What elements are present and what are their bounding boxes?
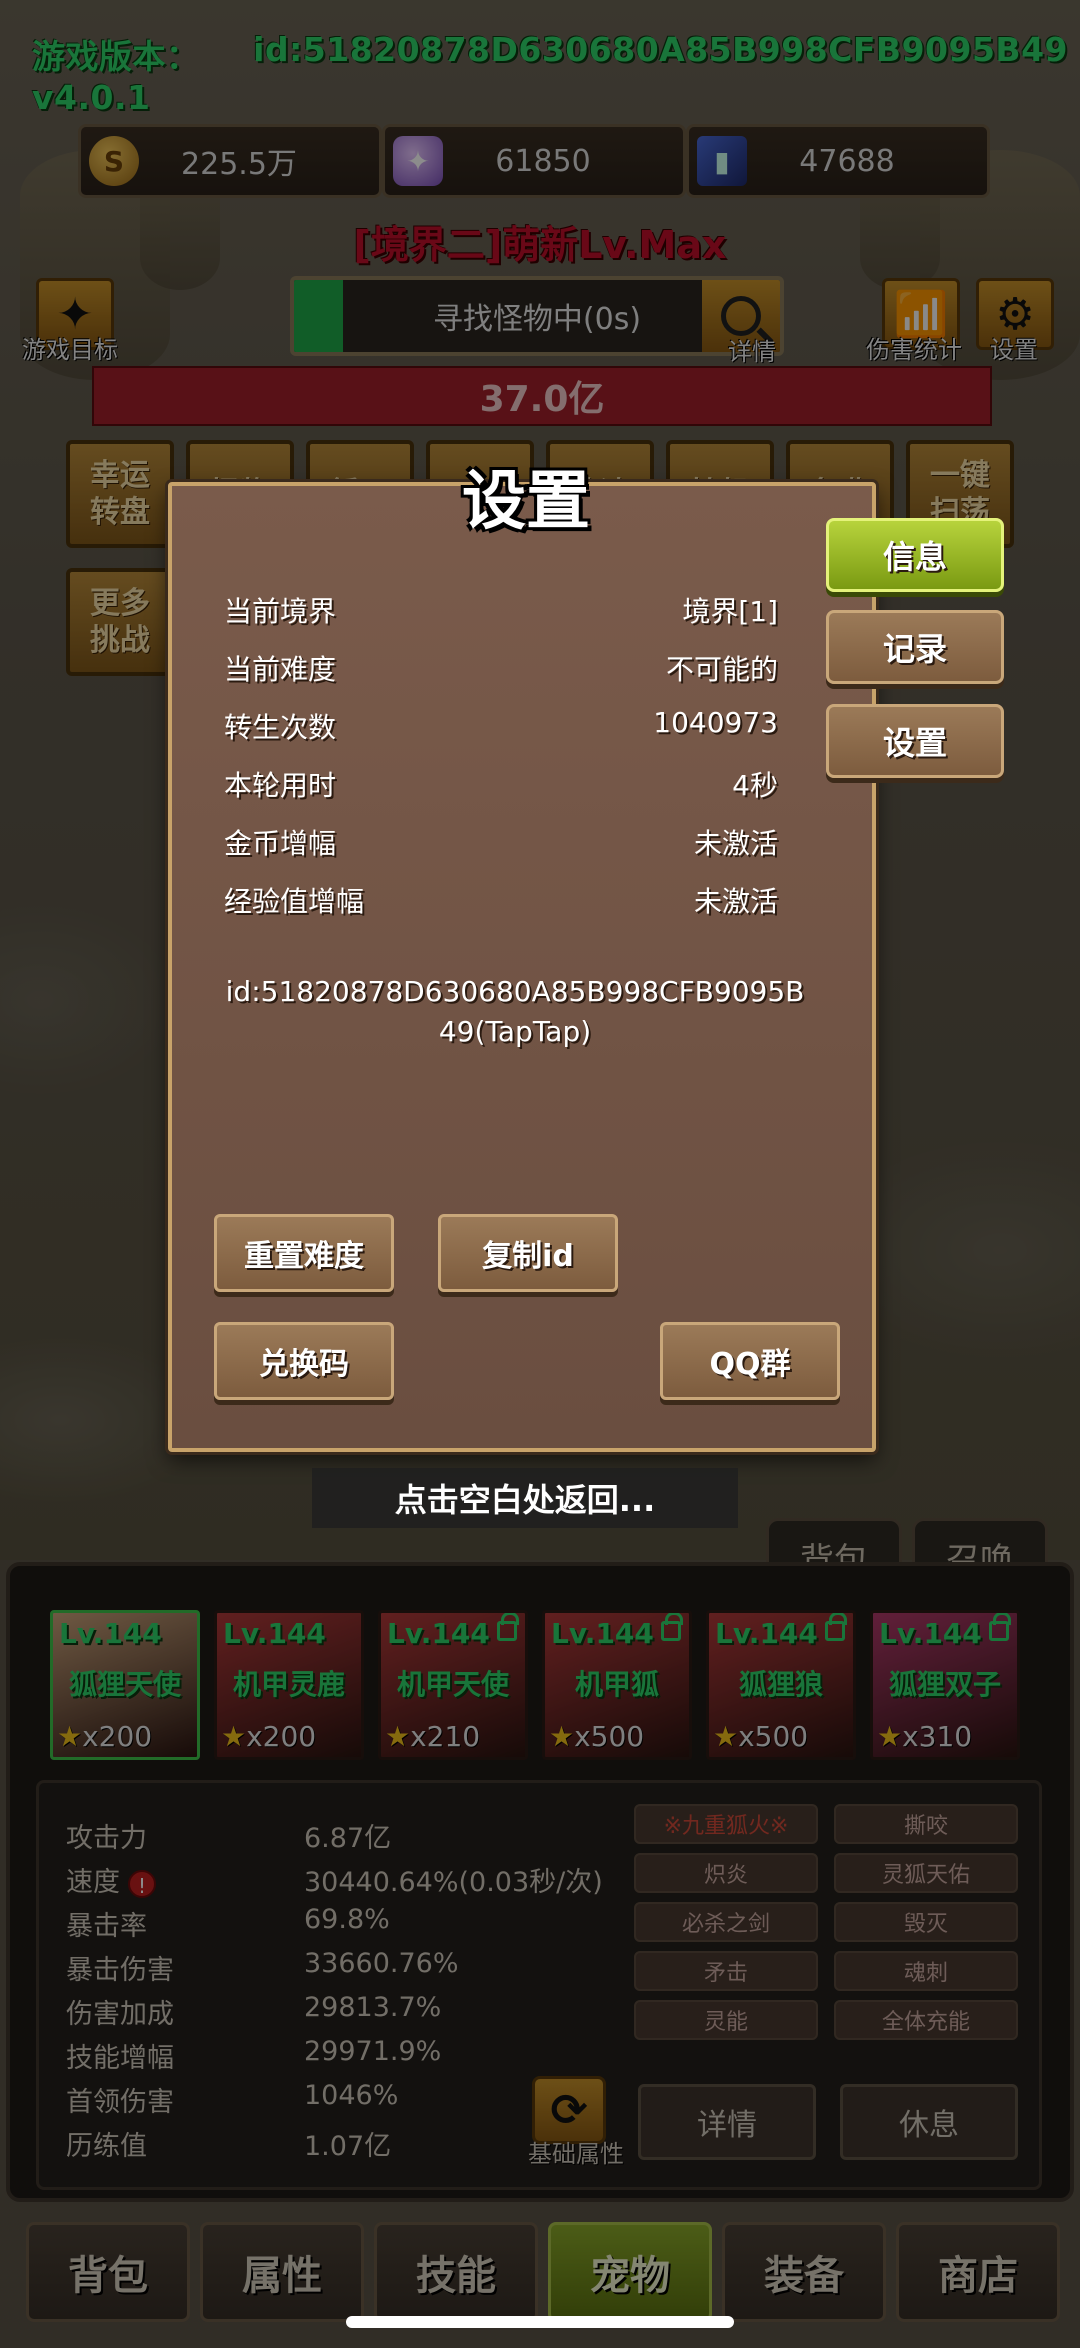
home-indicator bbox=[346, 2316, 734, 2328]
info-value: 未激活 bbox=[693, 827, 778, 860]
tab-settings-label: 设置 bbox=[882, 724, 947, 762]
tab-record-label: 记录 bbox=[882, 630, 947, 668]
info-label: 金币增幅 bbox=[224, 827, 337, 860]
qq-group-button[interactable]: QQ群 bbox=[660, 1322, 840, 1400]
redeem-code-button[interactable]: 兑换码 bbox=[214, 1322, 394, 1400]
dialog-title: 设置 bbox=[462, 465, 590, 539]
info-row-rebirths: 转生次数 1040973 bbox=[224, 706, 778, 746]
info-value: 未激活 bbox=[693, 885, 778, 918]
info-row-round-time: 本轮用时 4秒 bbox=[224, 764, 778, 804]
info-row-exp-boost: 经验值增幅 未激活 bbox=[224, 880, 778, 920]
info-value: 1040973 bbox=[653, 706, 778, 739]
copy-id-label: 复制id bbox=[482, 1239, 574, 1274]
info-label: 当前境界 bbox=[224, 595, 337, 628]
tab-settings[interactable]: 设置 bbox=[826, 704, 1004, 778]
qq-group-label: QQ群 bbox=[709, 1347, 791, 1382]
info-label: 转生次数 bbox=[224, 711, 337, 744]
tab-info-label: 信息 bbox=[882, 538, 947, 576]
info-label: 经验值增幅 bbox=[224, 885, 365, 918]
tab-record[interactable]: 记录 bbox=[826, 610, 1004, 684]
info-row-realm: 当前境界 境界[1] bbox=[224, 590, 778, 630]
info-value: 不可能的 bbox=[665, 653, 778, 686]
info-value: 境界[1] bbox=[682, 595, 778, 628]
tap-to-return-hint: 点击空白处返回... bbox=[312, 1468, 738, 1528]
reset-difficulty-button[interactable]: 重置难度 bbox=[214, 1214, 394, 1292]
info-label: 当前难度 bbox=[224, 653, 337, 686]
settings-dialog: 设置 当前境界 境界[1] 当前难度 不可能的 转生次数 1040973 本轮用… bbox=[168, 465, 876, 1452]
copy-id-button[interactable]: 复制id bbox=[438, 1214, 618, 1292]
info-value: 4秒 bbox=[732, 769, 778, 802]
info-label: 本轮用时 bbox=[224, 769, 337, 802]
tab-info[interactable]: 信息 bbox=[826, 518, 1004, 592]
info-row-gold-boost: 金币增幅 未激活 bbox=[224, 822, 778, 862]
player-id-text: id:51820878D630680A85B998CFB9095B49(TapT… bbox=[225, 975, 805, 1048]
redeem-code-label: 兑换码 bbox=[259, 1347, 349, 1382]
info-row-difficulty: 当前难度 不可能的 bbox=[224, 648, 778, 688]
reset-difficulty-label: 重置难度 bbox=[244, 1239, 364, 1274]
